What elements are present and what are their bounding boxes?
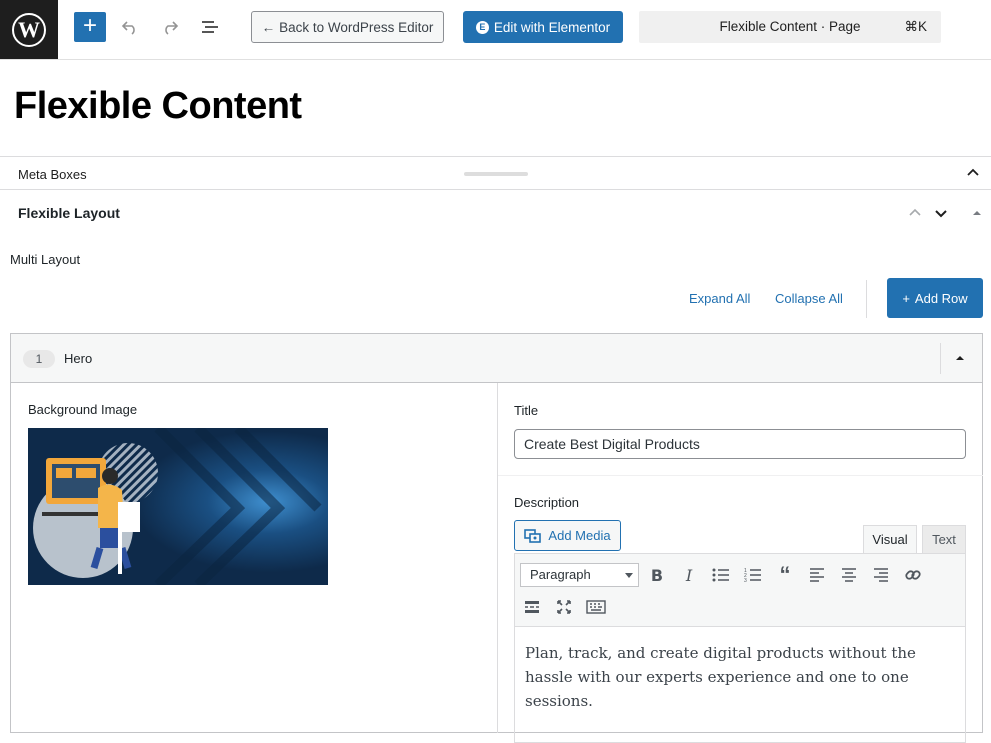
background-image-label: Background Image — [28, 402, 138, 417]
align-center-icon[interactable] — [837, 563, 861, 587]
multi-layout-label: Multi Layout — [10, 252, 81, 267]
chevron-up-icon[interactable] — [965, 165, 981, 181]
title-input[interactable]: Create Best Digital Products — [514, 429, 966, 459]
command-bar-title: Flexible Content · Page — [719, 19, 861, 34]
editor-content[interactable]: Plan, track, and create digital products… — [525, 641, 945, 713]
block-inserter-plus-icon[interactable]: + — [74, 12, 106, 42]
wysiwyg-editor: Paragraph B I 123 “ Plan, track, and cre… — [514, 553, 966, 743]
keyboard-icon[interactable] — [584, 595, 608, 619]
tab-visual[interactable]: Visual — [863, 525, 917, 554]
svg-text:3: 3 — [744, 578, 747, 583]
background-image-column: Background Image — [11, 383, 497, 733]
bulleted-list-icon[interactable] — [709, 563, 733, 587]
divider — [866, 280, 867, 318]
blockquote-icon[interactable]: “ — [773, 562, 797, 587]
toggle-panel-icon[interactable] — [969, 205, 985, 221]
align-right-icon[interactable] — [869, 563, 893, 587]
meta-boxes-bar: Meta Boxes — [0, 156, 991, 190]
editor-top-bar: W + ← Back to WordPress Editor E Edit wi… — [0, 0, 991, 60]
editor-toolbar: Paragraph B I 123 “ — [515, 554, 965, 627]
format-select[interactable]: Paragraph — [520, 563, 639, 587]
align-left-icon[interactable] — [805, 563, 829, 587]
collapse-row-icon[interactable] — [953, 351, 967, 365]
elementor-icon: E — [475, 20, 489, 34]
italic-icon[interactable]: I — [677, 563, 701, 587]
numbered-list-icon[interactable]: 123 — [741, 563, 765, 587]
content-column: Title Create Best Digital Products Descr… — [497, 383, 983, 743]
move-down-icon[interactable] — [933, 205, 949, 221]
page-title[interactable]: Flexible Content — [14, 85, 302, 128]
arrow-left-icon: ← — [261, 19, 276, 35]
back-to-wordpress-editor-button[interactable]: ← Back to WordPress Editor — [251, 11, 444, 43]
layout-row: 1 Hero Background Image Title Create Bes… — [10, 333, 983, 743]
collapse-all-link[interactable]: Collapse All — [775, 291, 843, 306]
description-label: Description — [514, 495, 580, 510]
move-up-icon[interactable] — [907, 205, 923, 221]
edit-with-elementor-button[interactable]: E Edit with Elementor — [463, 11, 623, 43]
resize-handle[interactable] — [464, 172, 528, 176]
row-name: Hero — [64, 351, 93, 366]
title-label: Title — [514, 403, 539, 418]
link-icon[interactable] — [901, 563, 925, 587]
redo-icon[interactable] — [158, 15, 182, 39]
row-header[interactable]: 1 Hero — [11, 334, 982, 383]
read-more-icon[interactable] — [520, 595, 544, 619]
add-media-icon — [524, 528, 542, 543]
background-image-preview[interactable] — [28, 428, 328, 585]
expand-all-link[interactable]: Expand All — [689, 291, 750, 306]
fullscreen-icon[interactable] — [552, 595, 576, 619]
add-row-button[interactable]: + Add Row — [887, 278, 983, 318]
wordpress-logo-icon[interactable]: W — [0, 0, 58, 59]
command-palette-bar[interactable]: Flexible Content · Page ⌘K — [639, 11, 941, 43]
divider — [498, 475, 983, 476]
add-media-button[interactable]: Add Media — [514, 520, 621, 551]
command-shortcut: ⌘K — [904, 19, 927, 34]
undo-icon[interactable] — [118, 15, 142, 39]
plus-icon: + — [902, 290, 910, 306]
bold-icon[interactable]: B — [645, 563, 669, 587]
tab-text[interactable]: Text — [922, 525, 966, 554]
divider — [940, 343, 941, 374]
document-overview-icon[interactable] — [198, 15, 222, 39]
flexible-layout-title: Flexible Layout — [18, 205, 120, 221]
svg-text:W: W — [18, 17, 40, 42]
caret-down-icon — [625, 573, 633, 578]
flexible-layout-header: Flexible Layout — [0, 191, 991, 233]
row-number-badge: 1 — [23, 350, 55, 368]
meta-boxes-label: Meta Boxes — [18, 167, 87, 182]
